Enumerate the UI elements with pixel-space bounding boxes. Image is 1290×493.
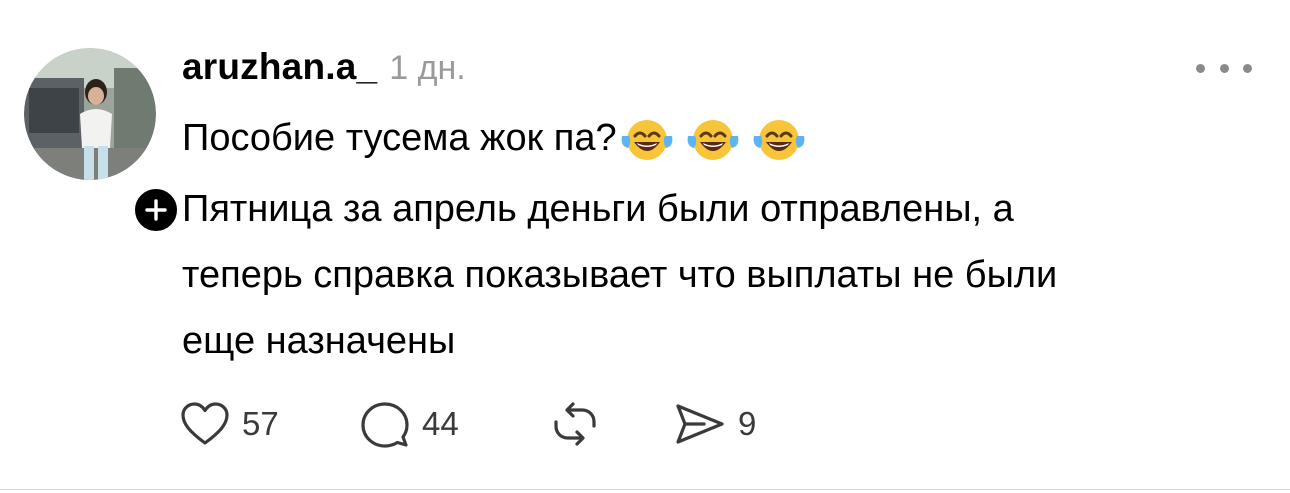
post-header: aruzhan.a_ 1 дн. — [182, 46, 466, 94]
post-text-line: еще назначены — [182, 320, 456, 362]
avatar-container[interactable] — [24, 48, 182, 236]
action-bar: 57 44 9 — [180, 396, 756, 452]
repost-icon — [554, 402, 596, 446]
post-text-line: теперь справка показывает что выплаты не… — [182, 254, 1058, 296]
reply-button[interactable]: 44 — [360, 400, 550, 448]
repost-button[interactable] — [550, 400, 674, 448]
laughing-tears-emoji — [753, 120, 805, 160]
laughing-tears-emoji — [687, 120, 739, 160]
post-text-line: Пятница за апрель деньги были отправлены… — [182, 188, 1014, 230]
like-count: 57 — [242, 405, 279, 442]
heart-icon — [181, 402, 229, 445]
post-text-line: Пособие тусема жок па? — [182, 114, 807, 162]
plus-icon — [145, 199, 167, 221]
follow-button[interactable] — [130, 184, 182, 236]
more-options-button[interactable] — [1196, 58, 1252, 78]
emoji-group — [619, 114, 807, 162]
comment-icon — [361, 402, 409, 448]
laughing-tears-emoji — [621, 120, 673, 160]
more-icon-dot — [1243, 63, 1252, 73]
share-count: 9 — [738, 405, 757, 442]
more-icon-dot — [1219, 63, 1229, 73]
thread-post: aruzhan.a_ 1 дн. Пособие тусема жок па? — [0, 0, 1290, 493]
timestamp: 1 дн. — [389, 49, 466, 87]
username[interactable]: aruzhan.a_ — [182, 46, 377, 88]
share-button[interactable]: 9 — [674, 401, 756, 447]
reply-count: 44 — [422, 405, 459, 442]
like-button[interactable]: 57 — [180, 401, 360, 447]
divider — [0, 489, 1290, 490]
profile-avatar[interactable] — [24, 48, 156, 180]
send-icon — [676, 404, 724, 444]
post-text: Пособие тусема жок па? — [182, 117, 617, 159]
more-icon — [1196, 63, 1205, 73]
